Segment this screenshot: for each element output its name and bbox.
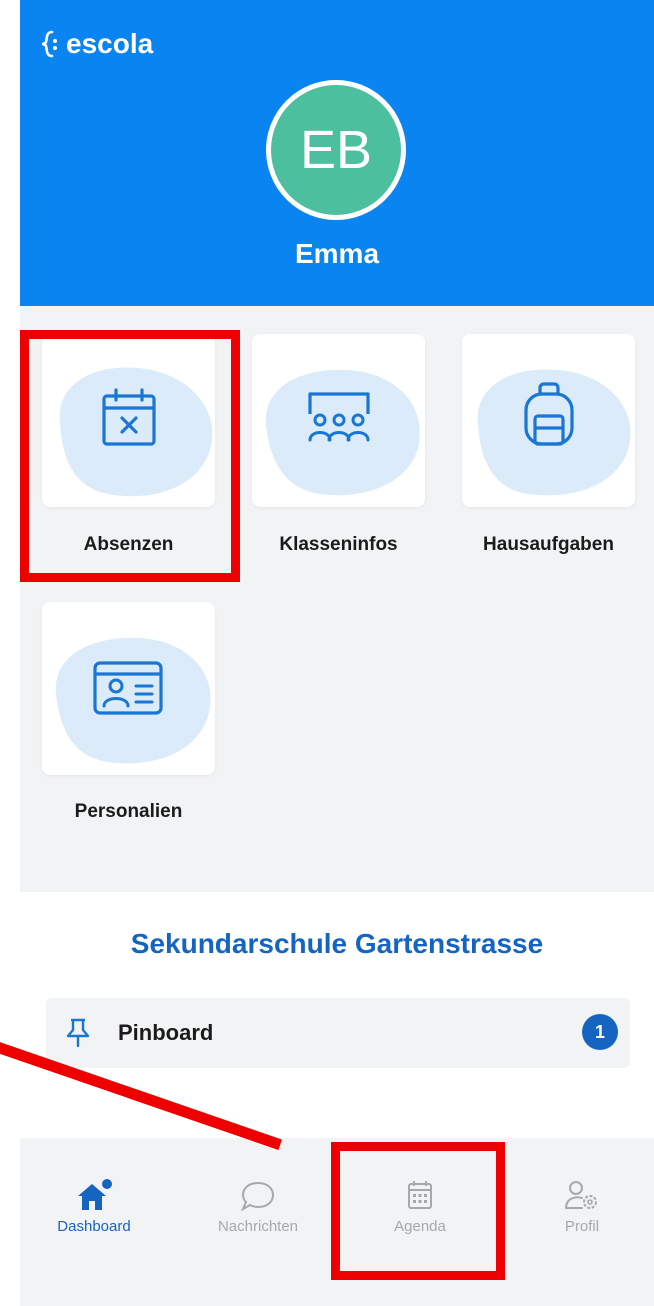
chat-bubble-icon xyxy=(240,1181,275,1212)
avatar[interactable]: EB xyxy=(266,80,406,220)
tile-personalien[interactable] xyxy=(42,602,215,775)
tile-label-personalien[interactable]: Personalien xyxy=(42,801,215,823)
calendar-icon xyxy=(408,1181,432,1209)
app-screen: escola EB Emma Absenzen Klasseninfos Hau… xyxy=(20,0,654,1306)
tile-klasseninfos[interactable] xyxy=(252,334,425,507)
escola-logo-icon xyxy=(41,30,57,58)
pinboard-item[interactable]: Pinboard 1 xyxy=(46,998,630,1068)
nav-label-profil: Profil xyxy=(564,1218,600,1235)
id-card-icon xyxy=(93,661,163,715)
brand-name: escola xyxy=(66,28,154,59)
nav-label-nachrichten: Nachrichten xyxy=(217,1218,299,1235)
dashboard-tiles: Absenzen Klasseninfos Hausaufgaben Perso… xyxy=(20,306,654,892)
profile-header: escola EB Emma xyxy=(20,0,654,306)
pin-icon xyxy=(66,1018,90,1048)
calendar-x-icon xyxy=(102,388,156,446)
tile-label-klasseninfos[interactable]: Klasseninfos xyxy=(252,534,425,556)
profile-settings-icon xyxy=(565,1181,597,1209)
app-logo: escola xyxy=(40,28,153,60)
tile-hausaufgaben[interactable] xyxy=(462,334,635,507)
nav-agenda[interactable]: Agenda xyxy=(360,1178,480,1235)
tile-label-absenzen[interactable]: Absenzen xyxy=(42,534,215,556)
nav-dashboard[interactable]: Dashboard xyxy=(34,1178,154,1235)
avatar-initials: EB xyxy=(299,120,373,180)
pinboard-count-badge: 1 xyxy=(582,1014,618,1050)
nav-profil[interactable]: Profil xyxy=(522,1178,642,1235)
user-name: Emma xyxy=(294,238,380,269)
tile-absenzen[interactable] xyxy=(42,334,215,507)
bottom-navigation: Dashboard Nachrichten Agenda Profil xyxy=(20,1138,654,1306)
pinboard-label: Pinboard xyxy=(118,1020,214,1045)
nav-label-dashboard: Dashboard xyxy=(57,1218,131,1235)
home-icon xyxy=(78,1179,112,1210)
nav-nachrichten[interactable]: Nachrichten xyxy=(198,1178,318,1235)
school-name: Sekundarschule Gartenstrasse xyxy=(130,928,544,959)
nav-label-agenda: Agenda xyxy=(394,1218,446,1235)
backpack-icon xyxy=(524,382,574,446)
tile-label-hausaufgaben[interactable]: Hausaufgaben xyxy=(462,534,635,556)
class-group-icon xyxy=(308,392,370,442)
